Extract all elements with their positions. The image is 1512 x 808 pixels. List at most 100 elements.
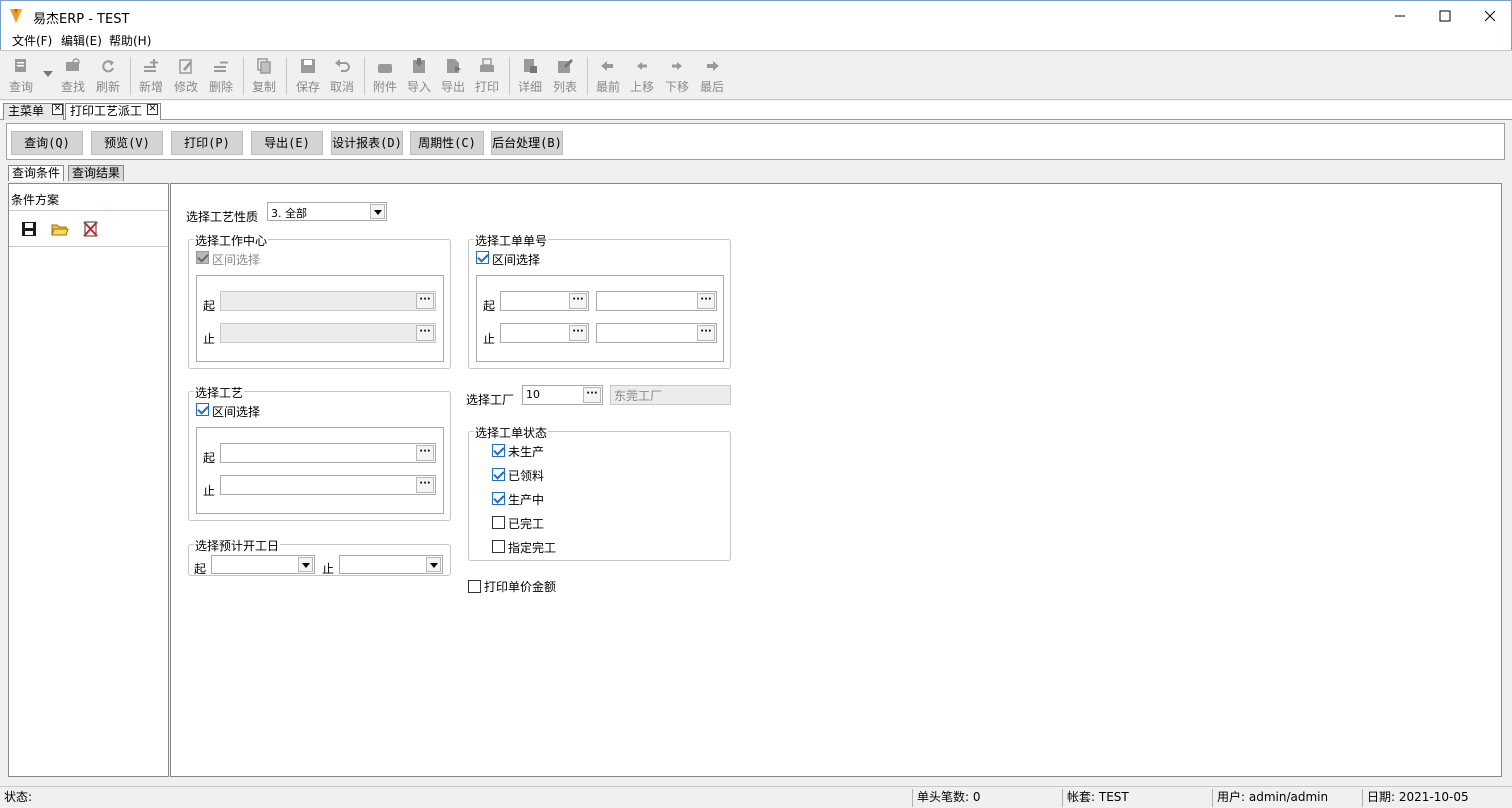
chevron-down-icon[interactable]	[43, 71, 53, 77]
open-folder-icon[interactable]	[51, 222, 69, 237]
condition-scheme-pane: 条件方案	[8, 183, 169, 777]
delete-scheme-icon[interactable]	[82, 220, 99, 237]
next-icon	[672, 62, 682, 70]
work-order-to-input[interactable]: ···	[500, 323, 589, 343]
process-nature-select[interactable]: 3. 全部	[267, 202, 387, 221]
menu-file[interactable]: 文件(F)	[12, 32, 52, 49]
menu-edit[interactable]: 编辑(E)	[61, 32, 102, 49]
work-order-from-input-2[interactable]: ···	[596, 291, 717, 311]
minimize-button[interactable]	[1377, 1, 1423, 31]
process-to-input[interactable]: ···	[220, 475, 436, 495]
toolbar-separator	[243, 57, 244, 95]
prev-icon	[637, 62, 647, 70]
toolbar-last-button[interactable]: 最后	[695, 57, 729, 95]
toolbar-query-button[interactable]: 查询	[4, 57, 38, 95]
status-user: 用户: admin/admin	[1212, 789, 1362, 807]
start-date-group: 选择预计开工日 起 止	[188, 537, 451, 576]
status-material-issued-checkbox[interactable]	[492, 468, 505, 481]
ellipsis-icon[interactable]: ···	[416, 477, 434, 493]
ellipsis-icon[interactable]: ···	[416, 445, 434, 461]
work-order-group: 选择工单单号 区间选择 起 ··· ··· 止 ··· ···	[468, 232, 731, 369]
toolbar-prev-button[interactable]: 上移	[625, 57, 659, 95]
tab-close-icon[interactable]: ✕	[52, 104, 63, 115]
maximize-button[interactable]	[1422, 1, 1468, 31]
factory-code-input[interactable]: 10 ···	[522, 385, 603, 405]
ellipsis-icon[interactable]: ···	[583, 387, 601, 403]
toolbar-separator	[364, 57, 365, 95]
toolbar-edit-button[interactable]: 修改	[169, 57, 203, 95]
ellipsis-icon: ···	[416, 325, 434, 341]
start-date-from-select[interactable]	[211, 555, 315, 574]
status-completed-checkbox[interactable]	[492, 516, 505, 529]
ellipsis-icon[interactable]: ···	[697, 325, 715, 341]
toolbar-import-button[interactable]: 导入	[402, 57, 436, 95]
background-process-button[interactable]: 后台处理(B)	[491, 131, 563, 155]
toolbar-copy-button[interactable]: 复制	[247, 57, 281, 95]
print-button[interactable]: 打印(P)	[171, 131, 243, 155]
toolbar-print-button[interactable]: 打印	[470, 57, 504, 95]
ellipsis-icon[interactable]: ···	[569, 293, 587, 309]
design-report-button[interactable]: 设计报表(D)	[331, 131, 403, 155]
toolbar-add-button[interactable]: 新增	[134, 57, 168, 95]
print-price-checkbox[interactable]	[468, 580, 481, 593]
toolbar-delete-button[interactable]: 删除	[204, 57, 238, 95]
tab-query-results[interactable]: 查询结果	[68, 165, 125, 181]
toolbar-list-button[interactable]: 列表	[548, 57, 582, 95]
window-title: 易杰ERP - TEST	[33, 12, 130, 27]
attach-icon	[378, 64, 392, 73]
process-range-box: 起 ··· 止 ···	[196, 427, 444, 514]
toolbar-first-button[interactable]: 最前	[591, 57, 625, 95]
toolbar-save-button[interactable]: 保存	[291, 57, 325, 95]
work-order-range-checkbox[interactable]	[476, 251, 489, 264]
chevron-down-icon[interactable]	[370, 204, 385, 219]
status-not-produced-checkbox[interactable]	[492, 444, 505, 457]
toolbar-cancel-button[interactable]: 取消	[325, 57, 359, 95]
query-condition-form: 选择工艺性质 3. 全部 选择工作中心 区间选择 起 ··· 止 ··· 选择工…	[170, 183, 1502, 777]
app-logo-icon	[10, 9, 22, 23]
toolbar-export-button[interactable]: 导出	[436, 57, 470, 95]
condition-scheme-title: 条件方案	[11, 193, 60, 207]
start-date-to-select[interactable]	[339, 555, 443, 574]
close-button[interactable]	[1467, 1, 1512, 31]
factory-name-field: 东莞工厂	[610, 385, 731, 405]
save-icon	[301, 59, 315, 73]
status-date: 日期: 2021-10-05	[1362, 789, 1510, 807]
toolbar-next-button[interactable]: 下移	[660, 57, 694, 95]
toolbar-refresh-button[interactable]: 刷新	[91, 57, 125, 95]
tab-query-conditions[interactable]: 查询条件	[8, 165, 65, 181]
undo-icon	[335, 59, 350, 72]
maximize-icon	[1439, 10, 1451, 22]
process-nature-label: 选择工艺性质	[186, 210, 259, 224]
save-scheme-icon[interactable]	[21, 221, 37, 237]
toolbar-separator	[286, 57, 287, 95]
ellipsis-icon[interactable]: ···	[697, 293, 715, 309]
copy-icon	[257, 58, 271, 74]
menu-help[interactable]: 帮助(H)	[109, 32, 151, 49]
process-range-checkbox[interactable]	[196, 403, 209, 416]
toolbar: 查询 查找 刷新 新增 修改 删除 复制 保存 取消 附件 导入 导出 打印 详…	[0, 50, 1512, 100]
action-panel: 查询(Q) 预览(V) 打印(P) 导出(E) 设计报表(D) 周期性(C) 后…	[6, 123, 1505, 160]
chevron-down-icon[interactable]	[426, 557, 441, 572]
preview-button[interactable]: 预览(V)	[91, 131, 163, 155]
work-order-from-input[interactable]: ···	[500, 291, 589, 311]
edit-icon	[179, 59, 192, 74]
title-bar: 易杰ERP - TEST	[0, 0, 1512, 30]
toolbar-detail-button[interactable]: 详细	[513, 57, 547, 95]
print-price-label: 打印单价金额	[484, 580, 557, 594]
process-from-input[interactable]: ···	[220, 443, 436, 463]
work-order-to-input-2[interactable]: ···	[596, 323, 717, 343]
find-icon	[66, 58, 80, 71]
periodic-button[interactable]: 周期性(C)	[410, 131, 484, 155]
status-specified-complete-checkbox[interactable]	[492, 540, 505, 553]
status-in-production-checkbox[interactable]	[492, 492, 505, 505]
chevron-down-icon[interactable]	[298, 557, 313, 572]
menu-bar: 文件(F) 编辑(E) 帮助(H)	[0, 30, 1512, 50]
toolbar-attach-button[interactable]: 附件	[368, 57, 402, 95]
query-button[interactable]: 查询(Q)	[11, 131, 83, 155]
minimize-icon	[1395, 15, 1405, 17]
export-button[interactable]: 导出(E)	[251, 131, 323, 155]
toolbar-find-button[interactable]: 查找	[56, 57, 90, 95]
ellipsis-icon[interactable]: ···	[569, 325, 587, 341]
tab-close-icon[interactable]: ✕	[147, 104, 158, 115]
factory-label: 选择工厂	[466, 393, 515, 407]
